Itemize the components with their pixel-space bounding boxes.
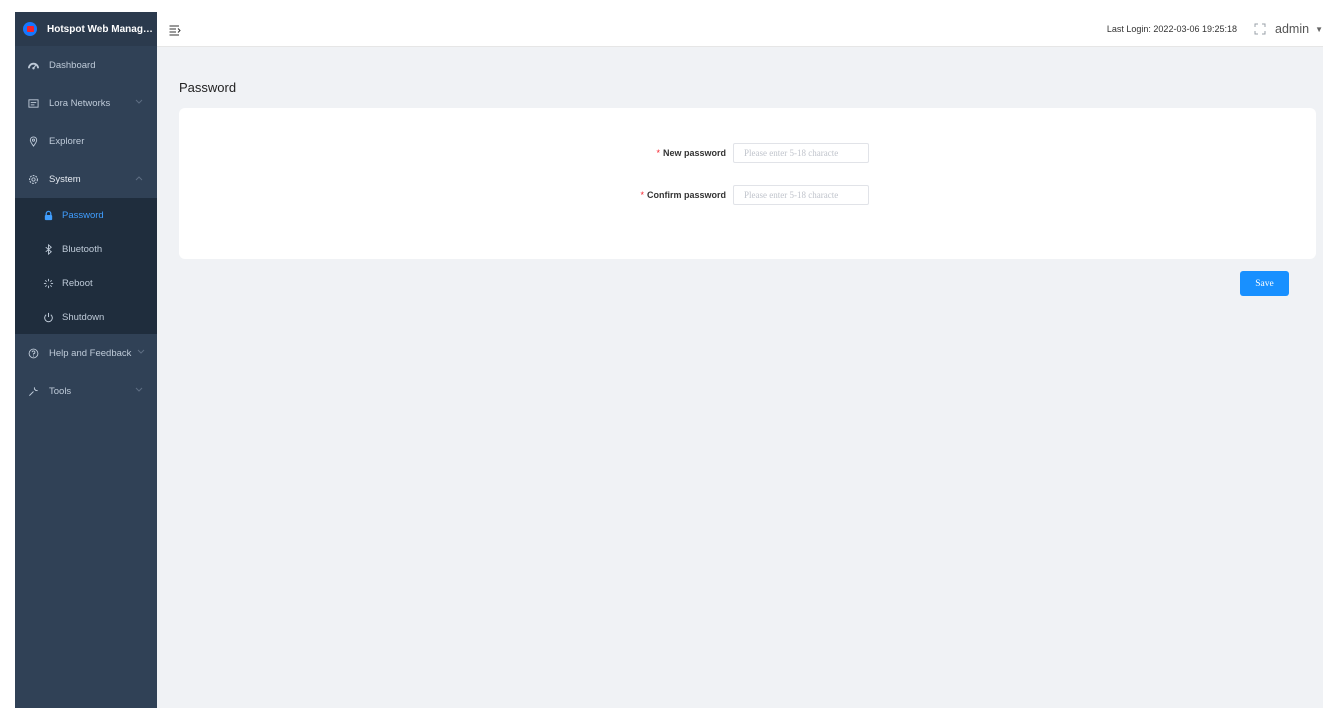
sidebar-item-explorer[interactable]: Explorer bbox=[15, 122, 157, 160]
last-login-text: Last Login: 2022-03-06 19:25:18 bbox=[1106, 24, 1237, 34]
bluetooth-icon bbox=[42, 243, 54, 255]
sidebar-item-label: Password bbox=[62, 209, 104, 221]
confirm-password-input[interactable] bbox=[733, 185, 869, 205]
password-form-card: * New password * Confirm password bbox=[179, 108, 1316, 259]
sidebar-item-label: Help and Feedback bbox=[49, 347, 132, 359]
save-button[interactable]: Save bbox=[1240, 271, 1289, 296]
sidebar-item-label: Explorer bbox=[49, 135, 85, 147]
chevron-up-icon bbox=[135, 174, 143, 184]
menu-toggle-icon[interactable] bbox=[169, 23, 181, 36]
new-password-input[interactable] bbox=[733, 143, 869, 163]
sidebar-item-dashboard[interactable]: Dashboard bbox=[15, 46, 157, 84]
gear-icon bbox=[27, 173, 39, 185]
fullscreen-icon[interactable] bbox=[1254, 22, 1266, 35]
power-icon bbox=[42, 311, 54, 323]
top-navbar: Last Login: 2022-03-06 19:25:18 admin ▼ bbox=[157, 12, 1323, 47]
app-logo-icon bbox=[23, 22, 37, 36]
sidebar-item-label: System bbox=[49, 173, 81, 185]
sidebar-item-reboot[interactable]: Reboot bbox=[15, 266, 157, 300]
help-icon bbox=[27, 347, 39, 359]
new-password-row: * New password bbox=[179, 143, 1316, 165]
chevron-down-icon bbox=[135, 98, 143, 108]
sidebar-item-system[interactable]: System bbox=[15, 160, 157, 198]
sidebar-item-bluetooth[interactable]: Bluetooth bbox=[15, 232, 157, 266]
chevron-down-icon bbox=[137, 348, 145, 358]
sidebar-item-label: Shutdown bbox=[62, 311, 105, 323]
logo-bar: Hotspot Web Manag… bbox=[15, 12, 157, 46]
sidebar-item-label: Lora Networks bbox=[49, 97, 111, 109]
wrench-icon bbox=[27, 385, 39, 397]
reboot-icon bbox=[42, 277, 54, 289]
required-mark: * bbox=[656, 148, 660, 158]
sidebar-item-help-and-feedback[interactable]: Help and Feedback bbox=[15, 334, 157, 372]
sidebar-item-password[interactable]: Password bbox=[15, 198, 157, 232]
app-frame: Hotspot Web Manag… Dashboard Lora Networ… bbox=[15, 12, 1323, 708]
network-icon bbox=[27, 97, 39, 109]
caret-down-icon: ▼ bbox=[1315, 24, 1323, 34]
lock-icon bbox=[42, 209, 54, 221]
sidebar-item-label: Tools bbox=[49, 385, 72, 397]
chevron-down-icon bbox=[135, 386, 143, 396]
sidebar-item-label: Reboot bbox=[62, 277, 93, 289]
page-title: Password bbox=[179, 80, 237, 95]
confirm-password-label: * Confirm password bbox=[640, 190, 726, 200]
sidebar-item-lora-networks[interactable]: Lora Networks bbox=[15, 84, 157, 122]
user-dropdown[interactable]: admin ▼ bbox=[1275, 20, 1323, 38]
new-password-label-text: New password bbox=[662, 148, 726, 158]
dashboard-icon bbox=[27, 59, 39, 71]
app-title: Hotspot Web Manag… bbox=[47, 23, 153, 35]
sidebar-item-label: Bluetooth bbox=[62, 243, 103, 255]
sidebar: Hotspot Web Manag… Dashboard Lora Networ… bbox=[15, 12, 157, 708]
user-name: admin bbox=[1275, 22, 1310, 36]
confirm-password-label-text: Confirm password bbox=[646, 190, 726, 200]
sidebar-item-label: Dashboard bbox=[49, 59, 96, 71]
required-mark: * bbox=[640, 190, 644, 200]
confirm-password-row: * Confirm password bbox=[179, 185, 1316, 207]
location-icon bbox=[27, 135, 39, 147]
new-password-label: * New password bbox=[656, 148, 726, 158]
sidebar-item-shutdown[interactable]: Shutdown bbox=[15, 300, 157, 334]
sidebar-item-tools[interactable]: Tools bbox=[15, 372, 157, 410]
system-submenu: Password Bluetooth Reboot Shutdown bbox=[15, 198, 157, 334]
